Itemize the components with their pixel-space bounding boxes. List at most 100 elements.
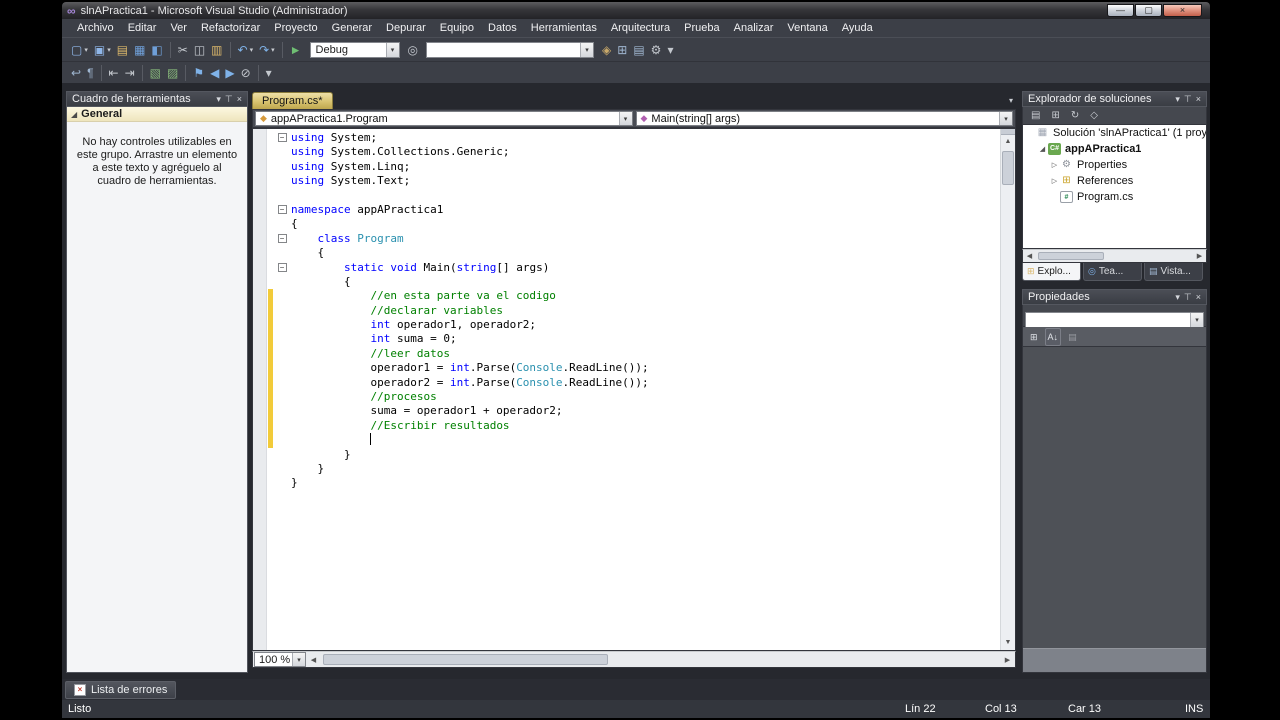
- close-icon[interactable]: ×: [1196, 92, 1201, 106]
- chevron-down-icon[interactable]: ▾: [580, 42, 594, 57]
- show-all-files-icon[interactable]: ⊞: [1048, 107, 1062, 125]
- toolbox-header[interactable]: Cuadro de herramientas ▾ ⊤ ×: [66, 91, 248, 107]
- toolbox-icon[interactable]: ⚙: [648, 41, 665, 59]
- horizontal-scroll-track[interactable]: [321, 652, 1000, 667]
- member-combo[interactable]: ◆ Main(string[] args) ▾: [635, 111, 1013, 126]
- menu-item-equipo[interactable]: Equipo: [433, 20, 481, 36]
- debug-configuration-combo[interactable]: Debug ▾: [309, 41, 400, 58]
- toolbar-options-icon[interactable]: ▾: [263, 64, 275, 82]
- scroll-left-icon[interactable]: ◀: [306, 656, 321, 664]
- window-position-icon[interactable]: ▾: [216, 92, 221, 106]
- chevron-down-icon[interactable]: ▾: [385, 42, 399, 57]
- pin-icon[interactable]: ⊤: [1184, 290, 1192, 304]
- tree-horizontal-scrollbar[interactable]: ◀ ▶: [1022, 249, 1207, 263]
- indent-decrease-icon[interactable]: ⇤: [106, 64, 122, 82]
- cut-icon[interactable]: ✂: [175, 41, 191, 59]
- pin-icon[interactable]: ⊤: [225, 92, 233, 106]
- scroll-right-icon[interactable]: ▶: [1193, 252, 1206, 260]
- menu-item-datos[interactable]: Datos: [481, 20, 524, 36]
- horizontal-scroll-thumb[interactable]: [323, 654, 609, 665]
- uncomment-icon[interactable]: ▨: [164, 64, 181, 82]
- solution-explorer-header[interactable]: Explorador de soluciones ▾ ⊤ ×: [1022, 91, 1207, 107]
- next-bookmark-icon[interactable]: ▶: [222, 64, 237, 82]
- menu-item-herramientas[interactable]: Herramientas: [524, 20, 604, 36]
- find-combo[interactable]: ▾: [426, 41, 595, 58]
- menu-item-ventana[interactable]: Ventana: [780, 20, 834, 36]
- close-icon[interactable]: ×: [237, 92, 242, 106]
- save-all-icon[interactable]: ◧: [148, 41, 165, 59]
- menu-item-ayuda[interactable]: Ayuda: [835, 20, 880, 36]
- collapse-region-icon[interactable]: −: [277, 133, 287, 142]
- chevron-down-icon[interactable]: ▾: [1190, 313, 1203, 327]
- tree-item-soluci-n-slnapractica1-1-proye[interactable]: ▦ Solución 'slnAPractica1' (1 proye: [1023, 125, 1206, 141]
- menu-item-refactorizar[interactable]: Refactorizar: [194, 20, 267, 36]
- menu-item-analizar[interactable]: Analizar: [727, 20, 781, 36]
- open-file-icon[interactable]: ▤: [114, 41, 131, 59]
- editor-vertical-scrollbar[interactable]: ▲ ▼: [1000, 129, 1015, 650]
- chevron-down-icon[interactable]: ▾: [292, 653, 305, 666]
- collapsed-arrow-icon[interactable]: ▷: [1049, 161, 1060, 169]
- menu-item-generar[interactable]: Generar: [325, 20, 379, 36]
- chevron-down-icon[interactable]: ▾: [250, 46, 254, 54]
- show-properties-icon[interactable]: ▤: [1028, 107, 1043, 125]
- code-editor[interactable]: − using System; using System.Collections.G…: [252, 128, 1016, 651]
- indent-increase-icon[interactable]: ⇥: [122, 64, 138, 82]
- scroll-right-icon[interactable]: ▶: [1000, 656, 1015, 664]
- maximize-button[interactable]: ▢: [1135, 4, 1162, 17]
- menu-item-ver[interactable]: Ver: [163, 20, 194, 36]
- tree-item-references[interactable]: ▷ ⊞ References: [1023, 173, 1206, 189]
- tree-item-properties[interactable]: ▷ ⚙ Properties: [1023, 157, 1206, 173]
- toggle-bookmark-icon[interactable]: ⚑: [190, 64, 207, 82]
- tree-scroll-track[interactable]: [1036, 250, 1193, 262]
- categorized-icon[interactable]: ⊞: [1027, 328, 1041, 346]
- show-whitespace-icon[interactable]: ¶: [84, 64, 96, 82]
- find-in-files-icon[interactable]: ◈: [599, 41, 614, 59]
- find-icon[interactable]: ◎: [405, 41, 421, 59]
- vertical-scroll-thumb[interactable]: [1002, 151, 1014, 185]
- menu-item-arquitectura[interactable]: Arquitectura: [604, 20, 677, 36]
- minimize-button[interactable]: —: [1107, 4, 1134, 17]
- collapse-region-icon[interactable]: −: [277, 233, 287, 243]
- collapsed-arrow-icon[interactable]: ▷: [1049, 177, 1060, 185]
- chevron-down-icon[interactable]: ▾: [999, 112, 1012, 125]
- panel-tab-tea[interactable]: ◎ Tea...: [1083, 263, 1142, 281]
- close-button[interactable]: ×: [1163, 4, 1202, 17]
- document-tab-program-cs[interactable]: Program.cs*: [252, 92, 333, 109]
- properties-window-icon[interactable]: ▤: [630, 41, 647, 59]
- view-code-icon[interactable]: ◇: [1087, 107, 1101, 125]
- solution-explorer-icon[interactable]: ⊞: [614, 41, 630, 59]
- previous-bookmark-icon[interactable]: ◀: [207, 64, 222, 82]
- close-icon[interactable]: ×: [1196, 290, 1201, 304]
- editor-horizontal-scrollbar[interactable]: 100 % ▾ ◀ ▶: [252, 651, 1016, 668]
- type-combo[interactable]: ◆ appAPractica1.Program ▾: [255, 111, 633, 126]
- chevron-down-icon[interactable]: ▾: [84, 46, 88, 54]
- toolbar-options-icon[interactable]: ▾: [664, 41, 676, 59]
- zoom-combo[interactable]: 100 % ▾: [254, 652, 306, 667]
- scroll-up-icon[interactable]: ▲: [1001, 135, 1015, 149]
- tree-item-program-cs[interactable]: # Program.cs: [1023, 189, 1206, 205]
- window-position-icon[interactable]: ▾: [1175, 290, 1180, 304]
- menu-item-proyecto[interactable]: Proyecto: [267, 20, 324, 36]
- toolbox-group-general[interactable]: ◢ General: [67, 107, 247, 122]
- menu-item-depurar[interactable]: Depurar: [379, 20, 433, 36]
- comment-icon[interactable]: ▧: [147, 64, 164, 82]
- panel-tab-explo[interactable]: ⊞ Explo...: [1022, 263, 1081, 281]
- start-debugging-icon[interactable]: ►: [287, 41, 305, 59]
- expanded-arrow-icon[interactable]: ◢: [1037, 145, 1048, 153]
- paste-icon[interactable]: ▥: [208, 41, 225, 59]
- chevron-down-icon[interactable]: ▾: [271, 46, 275, 54]
- tree-scroll-thumb[interactable]: [1038, 252, 1104, 260]
- window-position-icon[interactable]: ▾: [1175, 92, 1180, 106]
- chevron-down-icon[interactable]: ▾: [107, 46, 111, 54]
- scroll-left-icon[interactable]: ◀: [1023, 252, 1036, 260]
- chevron-down-icon[interactable]: ▾: [618, 112, 632, 125]
- redo-icon[interactable]: ↷ ▾: [256, 41, 278, 59]
- copy-icon[interactable]: ◫: [191, 41, 208, 59]
- alphabetical-icon[interactable]: A↓: [1044, 327, 1062, 346]
- pin-icon[interactable]: ⊤: [1184, 92, 1192, 106]
- menu-item-editar[interactable]: Editar: [121, 20, 164, 36]
- word-wrap-icon[interactable]: ↩: [68, 64, 84, 82]
- add-new-item-icon[interactable]: ▣ ▾: [91, 41, 114, 59]
- object-combo[interactable]: ▾: [1025, 312, 1204, 328]
- document-list-dropdown-icon[interactable]: ▾: [1009, 96, 1013, 105]
